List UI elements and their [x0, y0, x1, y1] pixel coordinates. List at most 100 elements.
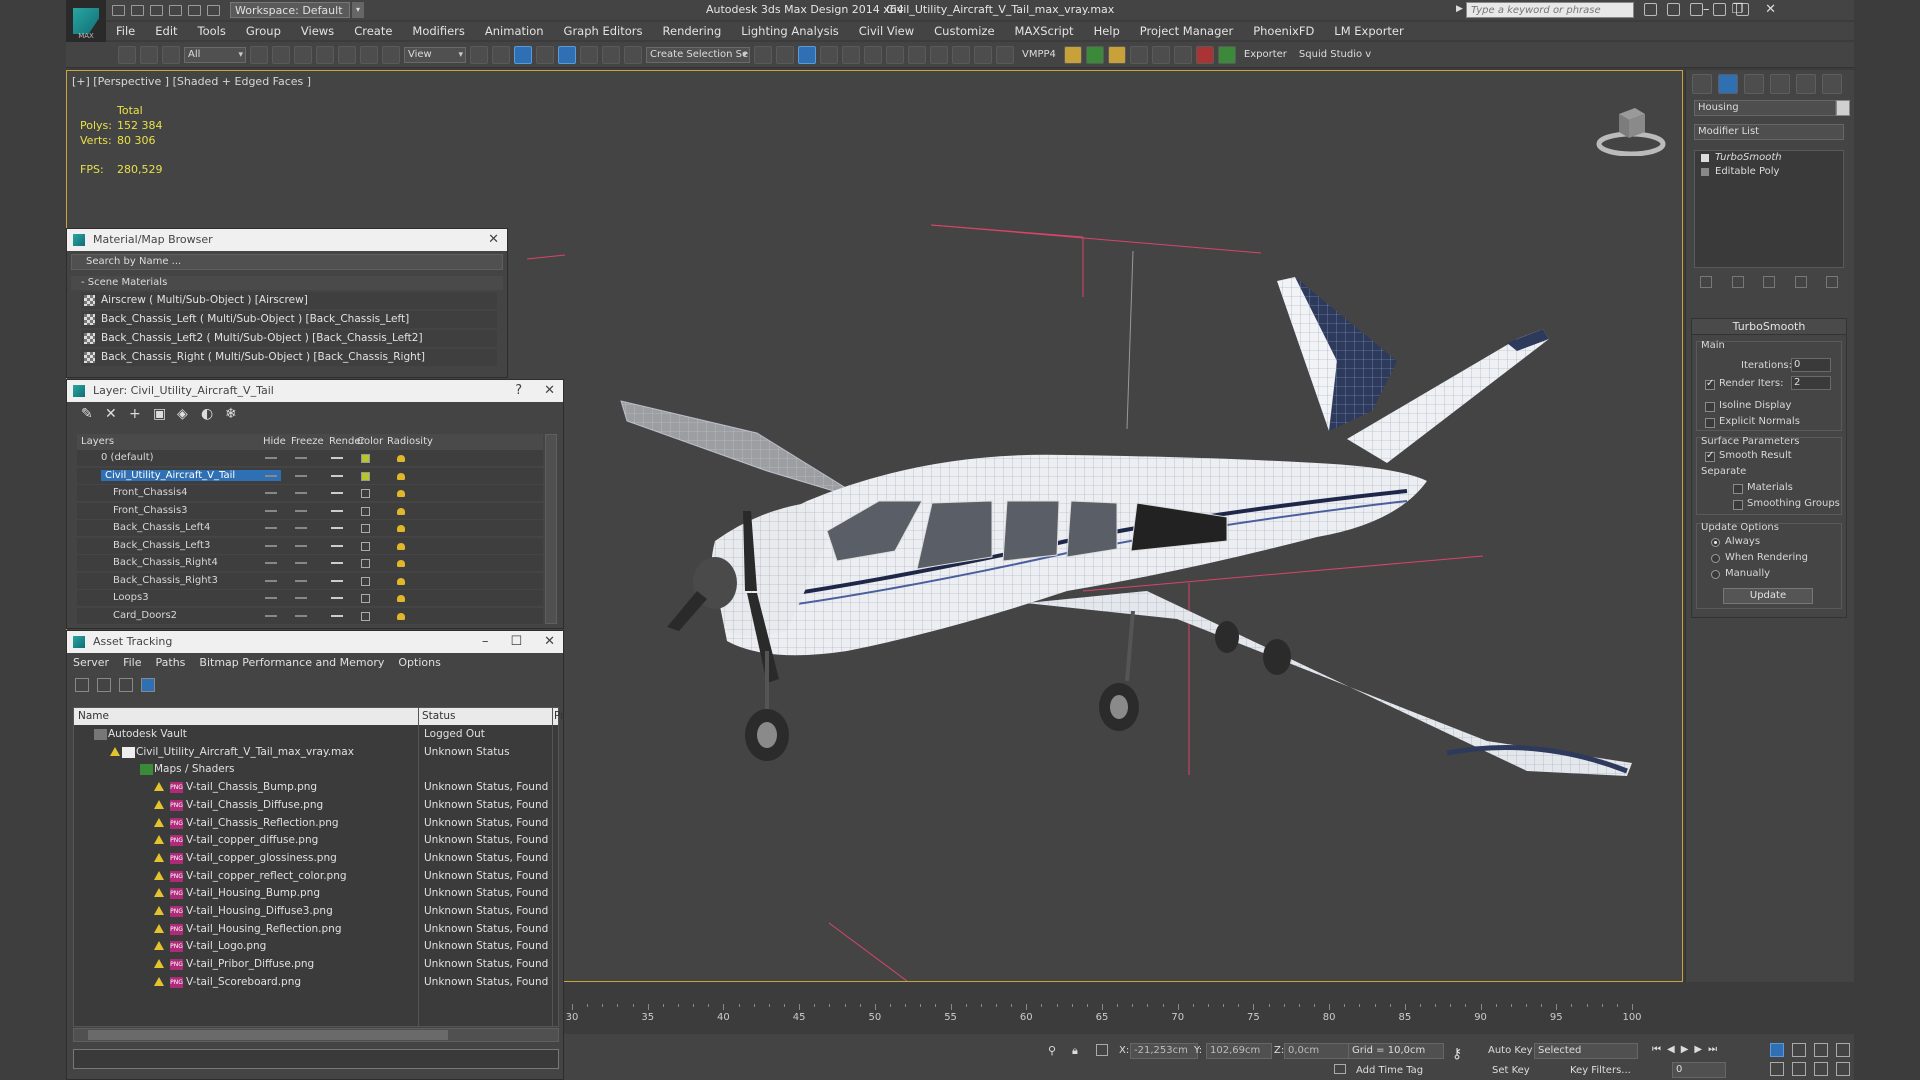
open-file-icon[interactable]	[131, 4, 144, 16]
project-folder-icon[interactable]	[207, 4, 220, 16]
thumbnail-view-icon[interactable]	[119, 678, 133, 692]
asset-tracking-titlebar[interactable]: Asset Tracking – ☐ ✕	[67, 631, 563, 653]
freeze-toggle[interactable]	[295, 509, 307, 512]
configure-modifier-sets-icon[interactable]	[1826, 276, 1838, 288]
make-unique-icon[interactable]	[1763, 276, 1775, 288]
keyword-search-input[interactable]: Type a keyword or phrase	[1466, 2, 1634, 18]
workspace-arrow-icon[interactable]: ▾	[352, 2, 364, 18]
communication-icon[interactable]	[1690, 3, 1703, 16]
modify-tab-icon[interactable]	[1718, 74, 1738, 94]
refresh-icon[interactable]	[75, 678, 89, 692]
layer-name[interactable]: Loops3	[113, 592, 149, 603]
asset-row[interactable]: PNG V-tail_Logo.png Unknown Status, Found	[74, 938, 558, 955]
layer-color-swatch[interactable]	[361, 506, 370, 516]
asset-menu-bitmap-performance-and-memory[interactable]: Bitmap Performance and Memory	[199, 653, 384, 673]
menu-lighting-analysis[interactable]: Lighting Analysis	[731, 22, 849, 40]
freeze-toggle[interactable]	[295, 492, 307, 494]
menu-maxscript[interactable]: MAXScript	[1005, 22, 1084, 40]
record-icon[interactable]	[1195, 45, 1214, 64]
add-time-tag-button[interactable]: Add Time Tag	[1356, 1065, 1423, 1076]
radiosity-bulb-icon[interactable]	[395, 522, 407, 534]
render-toggle[interactable]	[331, 492, 343, 494]
smoothing-groups-checkbox[interactable]	[1733, 500, 1743, 510]
select-scale-icon[interactable]	[382, 45, 400, 64]
menu-create[interactable]: Create	[344, 22, 402, 40]
render-teapot-icon[interactable]	[996, 45, 1014, 64]
help-icon[interactable]: ?	[515, 380, 522, 402]
modifier-list-dropdown[interactable]: Modifier List	[1694, 124, 1844, 140]
snaps-toggle-icon[interactable]	[536, 45, 554, 64]
layer-name[interactable]: Back_Chassis_Left4	[113, 522, 210, 533]
maximize-icon[interactable]: ☐	[510, 631, 522, 653]
menu-graph-editors[interactable]: Graph Editors	[554, 22, 653, 40]
remove-modifier-icon[interactable]	[1794, 276, 1807, 288]
delete-layer-icon[interactable]: ✕	[105, 407, 119, 421]
always-radio[interactable]	[1711, 538, 1720, 547]
percent-snap-icon[interactable]	[580, 45, 598, 64]
material-search-input[interactable]: Search by Name ...	[71, 254, 503, 270]
layer-color-swatch[interactable]	[361, 471, 370, 481]
asset-row[interactable]: PNG V-tail_copper_reflect_color.png Unknow…	[74, 868, 558, 885]
render-setup-icon[interactable]	[930, 45, 948, 64]
hide-toggle[interactable]	[265, 527, 277, 529]
layer-row[interactable]: Back_Chassis_Left3	[77, 537, 543, 555]
menu-tools[interactable]: Tools	[188, 22, 236, 40]
asset-menu-server[interactable]: Server	[73, 653, 109, 673]
layer-column-radiosity[interactable]: Radiosity	[387, 436, 433, 447]
radiosity-bulb-icon[interactable]	[395, 452, 407, 464]
zoom-extents-all-icon[interactable]	[1836, 1043, 1850, 1057]
layer-name[interactable]: Back_Chassis_Left3	[113, 540, 210, 551]
exporter-label[interactable]: Exporter	[1240, 49, 1291, 60]
material-list-item[interactable]: Back_Chassis_Right ( Multi/Sub-Object ) …	[81, 349, 497, 366]
hide-all-icon[interactable]: ◐	[201, 407, 215, 421]
radiosity-bulb-icon[interactable]	[395, 487, 407, 499]
unlink-icon[interactable]	[140, 45, 158, 64]
menu-lm-exporter[interactable]: LM Exporter	[1324, 22, 1413, 40]
pivot-center-icon[interactable]	[470, 45, 488, 64]
render-toggle[interactable]	[331, 562, 343, 564]
freeze-all-icon[interactable]: ❄	[225, 407, 239, 421]
minimize-icon[interactable]: –	[482, 631, 489, 653]
render-toggle[interactable]	[331, 544, 343, 547]
freeze-toggle[interactable]	[295, 527, 307, 529]
app-logo[interactable]: MAX	[66, 0, 106, 42]
rendered-frame-icon[interactable]	[952, 45, 970, 64]
asset-menu-options[interactable]: Options	[398, 653, 440, 673]
render-toggle[interactable]	[331, 597, 343, 599]
render-iters-spinner[interactable]: 2	[1791, 376, 1831, 390]
materials-checkbox[interactable]	[1733, 484, 1743, 494]
key-filters-button[interactable]: Key Filters...	[1570, 1065, 1631, 1076]
show-end-result-icon[interactable]	[1731, 276, 1744, 288]
list-view-icon[interactable]	[97, 678, 111, 692]
asset-row[interactable]: PNG V-tail_copper_glossiness.png Unknown S…	[74, 850, 558, 867]
rect-selection-icon[interactable]	[294, 45, 312, 64]
asset-row[interactable]: PNG V-tail_Housing_Bump.png Unknown Status…	[74, 885, 558, 902]
material-list-item[interactable]: Airscrew ( Multi/Sub-Object ) [Airscrew]	[81, 292, 497, 309]
object-name-field[interactable]: Housing	[1694, 100, 1836, 116]
edit-named-selection-icon[interactable]	[624, 45, 642, 64]
pan-view-icon[interactable]	[1792, 1062, 1806, 1076]
current-frame-field[interactable]: 0	[1672, 1062, 1726, 1078]
hide-toggle[interactable]	[265, 562, 277, 564]
vmpp-label[interactable]: VMPP4	[1018, 49, 1060, 60]
viewcube-icon[interactable]	[1595, 100, 1667, 156]
radiosity-bulb-icon[interactable]	[395, 505, 407, 517]
menu-rendering[interactable]: Rendering	[653, 22, 732, 40]
highlight-layer-icon[interactable]: ◈	[177, 407, 191, 421]
radiosity-bulb-icon[interactable]	[395, 610, 407, 622]
layer-color-swatch[interactable]	[361, 594, 370, 603]
add-to-layer-icon[interactable]: +	[129, 407, 143, 421]
explicit-normals-checkbox[interactable]	[1705, 418, 1715, 428]
scene-explorer-icon[interactable]	[798, 45, 816, 64]
radiosity-bulb-icon[interactable]	[395, 592, 407, 604]
menu-civil-view[interactable]: Civil View	[849, 22, 924, 40]
iterations-spinner[interactable]: 0	[1791, 358, 1831, 372]
select-in-layer-icon[interactable]: ▣	[153, 407, 167, 421]
orbit-icon[interactable]	[1814, 1062, 1828, 1076]
layer-row[interactable]: Back_Chassis_Right3	[77, 572, 543, 590]
asset-horizontal-scrollbar[interactable]	[73, 1028, 559, 1042]
asset-row[interactable]: PNG V-tail_copper_diffuse.png Unknown Stat…	[74, 832, 558, 849]
set-key-button[interactable]: Set Key	[1492, 1065, 1530, 1076]
create-tab-icon[interactable]	[1692, 74, 1712, 94]
asset-column-name[interactable]: Name	[78, 710, 109, 722]
